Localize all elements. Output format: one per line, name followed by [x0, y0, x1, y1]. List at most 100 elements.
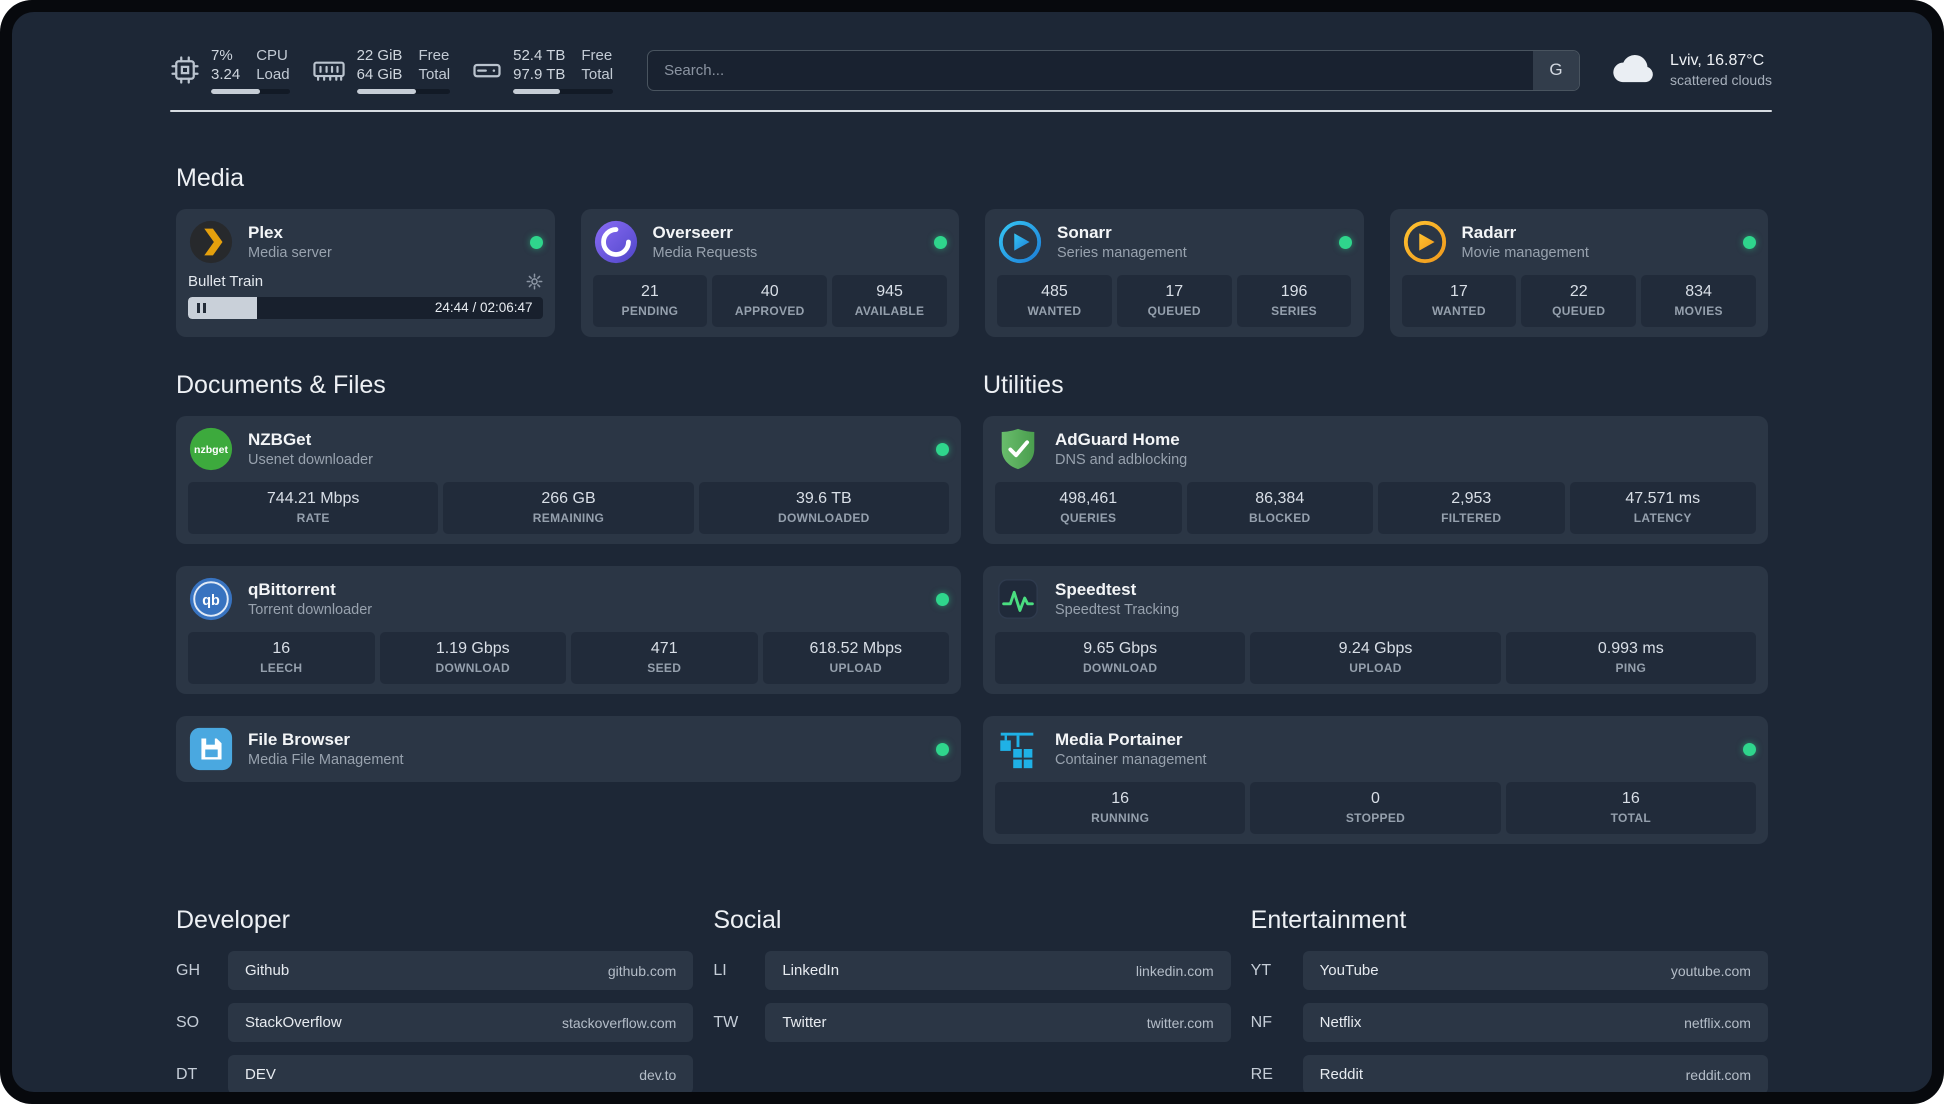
bookmark-link[interactable]: DEV dev.to — [228, 1055, 694, 1092]
radarr-icon — [1402, 219, 1448, 265]
bookmark-link[interactable]: Reddit reddit.com — [1302, 1055, 1768, 1092]
svg-text:nzbget: nzbget — [194, 444, 228, 456]
pause-icon[interactable] — [197, 303, 206, 313]
service-subtitle: Torrent downloader — [248, 602, 373, 618]
topbar: 7% 3.24 CPU Load 22 GiB 64 GiB Free Tota… — [12, 46, 1932, 94]
status-dot — [529, 235, 543, 249]
overseerr-icon — [593, 219, 639, 265]
gear-icon[interactable] — [526, 273, 543, 290]
section-title-documents: Documents & Files — [176, 371, 386, 399]
bookmark-link[interactable]: StackOverflow stackoverflow.com — [228, 1003, 694, 1042]
cloud-icon — [1610, 54, 1657, 87]
service-card-filebrowser[interactable]: File Browser Media File Management — [176, 716, 961, 782]
disk-free: 52.4 TB — [513, 47, 566, 64]
stat-series: 196 SERIES — [1236, 275, 1352, 327]
service-name: NZBGet — [248, 430, 312, 449]
bookmark-abbr: LI — [713, 961, 727, 979]
weather-widget: Lviv, 16.87°C scattered clouds — [1610, 51, 1772, 89]
topbar-divider — [170, 110, 1772, 112]
cpu-label-top: CPU — [256, 47, 288, 64]
service-card-speedtest[interactable]: Speedtest Speedtest Tracking 9.65 Gbps D… — [983, 566, 1768, 694]
cpu-widget: 7% 3.24 CPU Load — [170, 46, 290, 94]
playback-time: 24:44 / 02:06:47 — [434, 300, 533, 315]
cpu-icon — [170, 55, 200, 85]
stat-stopped: 0 STOPPED — [1250, 782, 1501, 834]
service-card-nzbget[interactable]: nzbget NZBGet Usenet downloader 744.21 M… — [176, 416, 961, 544]
stat-download: 9.65 Gbps DOWNLOAD — [995, 632, 1246, 684]
service-card-qbittorrent[interactable]: qb qBittorrent Torrent downloader 16 LEE… — [176, 566, 961, 694]
service-card-radarr[interactable]: Radarr Movie management 17 WANTED 22 QUE… — [1389, 209, 1768, 337]
stat-wanted: 485 WANTED — [997, 275, 1112, 327]
memory-usage-bar — [356, 89, 451, 94]
sonarr-icon — [997, 219, 1043, 265]
bookmark-abbr: NF — [1250, 1013, 1272, 1031]
service-card-plex[interactable]: Plex Media server Bullet Train 24:44 / 0… — [176, 209, 555, 337]
stat-total: 16 TOTAL — [1505, 782, 1756, 834]
status-dot — [936, 592, 949, 606]
search-engine-button[interactable]: G — [1533, 50, 1580, 90]
service-name: Radarr — [1461, 223, 1517, 242]
bookmark-link[interactable]: Twitter twitter.com — [765, 1003, 1231, 1042]
stat-running: 16 RUNNING — [995, 782, 1246, 834]
service-card-portainer[interactable]: Media Portainer Container management 16 … — [983, 716, 1768, 844]
disk-values: 52.4 TB 97.9 TB — [513, 46, 565, 84]
stat-upload: 9.24 Gbps UPLOAD — [1250, 632, 1501, 684]
cpu-percent: 7% — [211, 47, 233, 64]
status-dot — [934, 235, 947, 249]
stat-wanted: 17 WANTED — [1401, 275, 1517, 327]
service-name: Sonarr — [1057, 223, 1112, 242]
section-title-developer: Developer — [176, 906, 290, 934]
status-dot — [1743, 742, 1756, 756]
disk-total: 97.9 TB — [513, 66, 566, 83]
cpu-usage-bar — [211, 89, 290, 94]
status-dot — [1743, 235, 1756, 249]
bookmark-abbr: SO — [176, 1013, 200, 1031]
bookmarks-developer: Developer GH Github github.com SO StackO… — [176, 906, 694, 1092]
memory-icon — [312, 55, 346, 85]
bookmark-link[interactable]: YouTube youtube.com — [1302, 951, 1768, 990]
disk-usage-bar — [513, 89, 614, 94]
now-playing-title: Bullet Train — [188, 273, 264, 290]
memory-widget: 22 GiB 64 GiB Free Total — [312, 46, 451, 94]
service-subtitle: Media Requests — [652, 245, 758, 261]
adguard-icon — [995, 426, 1041, 472]
service-card-overseerr[interactable]: Overseerr Media Requests 21 PENDING 40 A… — [580, 209, 959, 337]
stat-blocked: 86,384 BLOCKED — [1186, 482, 1373, 534]
stat-queries: 498,461 QUERIES — [995, 482, 1182, 534]
bookmarks-entertainment: Entertainment YT YouTube youtube.com NF … — [1251, 906, 1768, 1092]
documents-section: Documents & Files nzbget NZBGet Usenet d… — [176, 371, 961, 844]
bookmark-abbr: RE — [1250, 1065, 1273, 1083]
memory-total: 64 GiB — [356, 66, 403, 83]
bookmark-link[interactable]: LinkedIn linkedin.com — [765, 951, 1231, 990]
media-section: Media Plex Media server Bullet Train 24:… — [176, 164, 1768, 337]
bookmark-link[interactable]: Netflix netflix.com — [1302, 1003, 1768, 1042]
stat-movies: 834 MOVIES — [1641, 275, 1756, 327]
bookmark-abbr: YT — [1250, 961, 1272, 979]
stat-approved: 40 APPROVED — [712, 275, 828, 327]
status-dot — [936, 742, 949, 756]
memory-label-top: Free — [418, 47, 450, 64]
bookmark-link[interactable]: Github github.com — [228, 951, 694, 990]
stat-downloaded: 39.6 TB DOWNLOADED — [698, 482, 949, 534]
service-card-sonarr[interactable]: Sonarr Series management 485 WANTED 17 Q… — [985, 209, 1364, 337]
plex-icon — [188, 219, 234, 265]
utilities-section: Utilities AdGuard Home DNS and adblockin… — [983, 371, 1768, 844]
stat-seed: 471 SEED — [571, 632, 758, 684]
portainer-icon — [995, 726, 1041, 772]
cpu-values: 7% 3.24 — [211, 46, 240, 84]
search-input[interactable] — [647, 49, 1581, 91]
bookmark-abbr: DT — [176, 1065, 198, 1083]
stat-latency: 47.571 ms LATENCY — [1569, 482, 1756, 534]
memory-free: 22 GiB — [356, 47, 403, 64]
service-subtitle: Container management — [1055, 752, 1207, 768]
stat-queued: 22 QUEUED — [1521, 275, 1637, 327]
cpu-readout: 7% 3.24 CPU Load — [211, 46, 290, 94]
window-frame: 7% 3.24 CPU Load 22 GiB 64 GiB Free Tota… — [0, 0, 1944, 1104]
service-card-adguard[interactable]: AdGuard Home DNS and adblocking 498,461 … — [983, 416, 1768, 544]
service-name: qBittorrent — [248, 580, 336, 599]
memory-readout: 22 GiB 64 GiB Free Total — [356, 46, 451, 94]
bookmark-reddit: RE Reddit reddit.com — [1251, 1055, 1768, 1092]
service-name: Speedtest — [1055, 580, 1137, 599]
playback-progress-bar[interactable]: 24:44 / 02:06:47 — [188, 297, 543, 319]
section-title-utilities: Utilities — [983, 371, 1064, 399]
